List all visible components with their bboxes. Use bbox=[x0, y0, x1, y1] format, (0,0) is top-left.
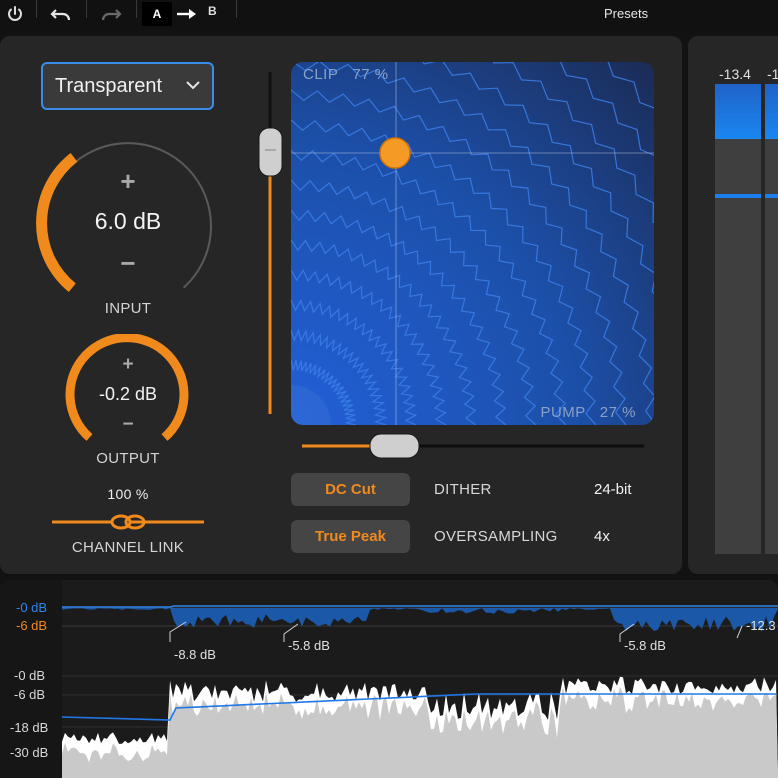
arrow-right-icon[interactable] bbox=[176, 7, 198, 21]
ab-b-button[interactable]: B bbox=[208, 4, 217, 18]
input-plus-button[interactable]: + bbox=[108, 166, 148, 197]
ab-a-button[interactable]: A bbox=[142, 2, 172, 26]
pump-value: 27 % bbox=[599, 404, 636, 421]
marker-2: -5.8 dB bbox=[288, 638, 330, 653]
chevron-down-icon bbox=[186, 81, 200, 90]
clip-value: 77 % bbox=[352, 66, 389, 83]
output-value: -0.2 dB bbox=[98, 384, 158, 404]
clip-pump-xy-pad[interactable]: CLIP 77 % PUMP 27 % bbox=[291, 62, 654, 425]
level-scale-18: -18 dB bbox=[10, 720, 49, 735]
mode-select-value: Transparent bbox=[55, 74, 163, 97]
horizontal-slider[interactable] bbox=[302, 432, 644, 460]
vertical-slider[interactable] bbox=[256, 72, 286, 417]
dc-cut-button[interactable]: DC Cut bbox=[291, 473, 410, 506]
pump-label-text: PUMP bbox=[540, 404, 586, 421]
output-plus-button[interactable]: + bbox=[108, 354, 148, 376]
marker-4: -12.3 bbox=[746, 618, 776, 633]
marker-3: -5.8 dB bbox=[624, 638, 666, 653]
history-graph bbox=[0, 580, 778, 778]
waveform-history: -0 dB -6 dB -0 dB -6 dB -18 dB -30 dB -8… bbox=[0, 580, 778, 778]
input-label: INPUT bbox=[104, 300, 152, 317]
input-minus-button[interactable]: − bbox=[108, 248, 148, 279]
level-scale-30: -30 dB bbox=[10, 745, 49, 760]
meter-left bbox=[715, 84, 761, 554]
oversampling-value[interactable]: 4x bbox=[594, 528, 610, 545]
undo-button[interactable] bbox=[46, 0, 76, 28]
true-peak-button[interactable]: True Peak bbox=[291, 520, 410, 553]
mode-select[interactable]: Transparent bbox=[41, 62, 214, 110]
marker-1: -8.8 dB bbox=[174, 647, 216, 662]
dither-value[interactable]: 24-bit bbox=[594, 481, 632, 498]
redo-button[interactable] bbox=[96, 0, 126, 28]
redo-icon bbox=[101, 9, 122, 21]
output-label: OUTPUT bbox=[96, 450, 160, 467]
gr-scale-0: -0 dB bbox=[16, 600, 48, 615]
dither-label: DITHER bbox=[434, 481, 492, 498]
gr-scale-6: -6 dB bbox=[16, 618, 48, 633]
power-button[interactable] bbox=[2, 0, 28, 28]
channel-link-value: 100 % bbox=[107, 486, 149, 502]
clip-label-text: CLIP bbox=[303, 66, 339, 83]
top-toolbar: A B Presets bbox=[0, 0, 778, 30]
pump-label: PUMP 27 % bbox=[540, 404, 636, 421]
meter-right-value: -1 bbox=[767, 66, 778, 82]
level-scale-6: -6 dB bbox=[14, 687, 46, 702]
input-value: 6.0 dB bbox=[94, 208, 162, 234]
presets-button[interactable]: Presets bbox=[604, 6, 648, 21]
power-icon bbox=[8, 6, 22, 21]
channel-link-slider[interactable] bbox=[52, 510, 204, 534]
xy-pad-graphic bbox=[291, 62, 654, 425]
oversampling-label: OVERSAMPLING bbox=[434, 528, 558, 545]
output-minus-button[interactable]: − bbox=[108, 414, 148, 436]
xy-pad-handle[interactable] bbox=[379, 137, 411, 169]
meter-left-value: -13.4 bbox=[719, 66, 751, 82]
undo-icon bbox=[50, 9, 71, 21]
level-scale-0: -0 dB bbox=[14, 668, 46, 683]
meter-right bbox=[765, 84, 778, 554]
clip-label: CLIP 77 % bbox=[303, 66, 389, 83]
channel-link-label: CHANNEL LINK bbox=[71, 539, 185, 556]
